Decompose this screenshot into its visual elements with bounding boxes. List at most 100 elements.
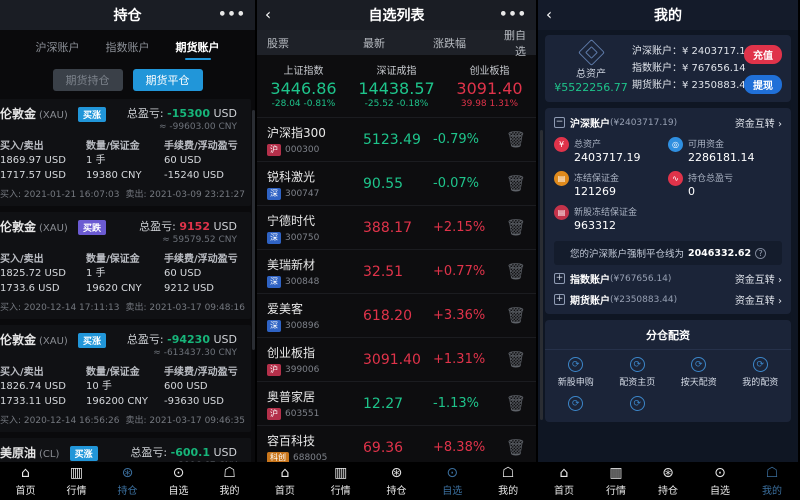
- alloc-daily[interactable]: ⟳ 按天配资: [668, 357, 730, 388]
- delete-icon[interactable]: 🗑: [499, 350, 526, 369]
- nav-mine[interactable]: ☖ 我的: [480, 465, 536, 497]
- table-row[interactable]: 奥普家居 沪 603551 12.27 -1.13% 🗑: [257, 381, 536, 425]
- circle-arrow-icon: ⟳: [752, 357, 768, 372]
- alloc-mine[interactable]: ⟳ 我的配资: [730, 357, 792, 388]
- recharge-button[interactable]: 充值: [744, 45, 782, 64]
- bag-icon: ¥: [554, 137, 569, 152]
- position-card[interactable]: 伦敦金 (XAU) 买涨 总盈亏: -15300 USD ≈ -99603.00 …: [0, 99, 251, 206]
- nav-watchlist[interactable]: ⊙ 自选: [424, 465, 480, 497]
- nav-watchlist-label: 自选: [168, 486, 189, 497]
- fund-transfer-link[interactable]: 资金互转 ›: [735, 115, 782, 130]
- delete-icon[interactable]: 🗑: [499, 174, 526, 193]
- stock-name: 宁德时代: [267, 213, 316, 228]
- delete-icon[interactable]: 🗑: [499, 394, 526, 413]
- more-menu-icon[interactable]: •••: [218, 9, 246, 22]
- nav-position[interactable]: ⊛ 持仓: [642, 465, 694, 497]
- nav-position-label: 持仓: [117, 486, 138, 497]
- table-row[interactable]: 创业板指 沪 399006 3091.40 +1.31% 🗑: [257, 337, 536, 381]
- header-delete[interactable]: 删自选: [499, 27, 526, 59]
- pl-label: 总盈亏:: [126, 333, 164, 346]
- nav-market[interactable]: ▥ 行情: [51, 465, 102, 497]
- table-row[interactable]: 沪深指300 沪 000300 5123.49 -0.79% 🗑: [257, 117, 536, 161]
- index-item[interactable]: 深证成指 14438.57 -25.52 -0.18%: [350, 62, 443, 109]
- collapse-toggle-icon[interactable]: −: [554, 117, 565, 128]
- scrollbar-panel3[interactable]: [540, 130, 543, 420]
- stock-price: 388.17: [363, 219, 412, 236]
- stat-item: ▤ 冻结保证金 121269: [554, 171, 668, 198]
- nav-watchlist-label: 自选: [710, 486, 730, 497]
- index-account-amount: (¥767656.14): [610, 273, 672, 284]
- fund-transfer-link[interactable]: 资金互转 ›: [735, 271, 782, 286]
- help-icon[interactable]: ?: [755, 247, 767, 259]
- segment-futures-closed[interactable]: 期货平仓: [132, 69, 203, 91]
- nav-position[interactable]: ⊛ 持仓: [102, 465, 153, 497]
- table-row[interactable]: 宁德时代 深 300750 388.17 +2.15% 🗑: [257, 205, 536, 249]
- index-summary-row: 上证指数 3446.86 -28.04 -0.81% 深证成指 14438.57…: [257, 55, 536, 117]
- tab-futures-account[interactable]: 期货账户: [176, 39, 220, 59]
- nav-home[interactable]: ⌂ 首页: [257, 465, 313, 497]
- hs-account-title: 沪深账户: [570, 119, 610, 130]
- nav-market[interactable]: ▥ 行情: [313, 465, 369, 497]
- nav-mine[interactable]: ☖ 我的: [746, 465, 798, 497]
- index-name: 深证成指: [376, 66, 417, 77]
- qty-value: 1 手: [86, 155, 106, 166]
- expand-toggle-icon[interactable]: +: [554, 294, 565, 305]
- stat-value: 2403717.19: [574, 151, 641, 164]
- pl-value: 9152: [179, 220, 210, 233]
- index-item[interactable]: 上证指数 3446.86 -28.04 -0.81%: [257, 62, 350, 109]
- alloc-extra-2[interactable]: ⟳: [607, 396, 669, 414]
- index-item[interactable]: 创业板指 3091.40 39.98 1.31%: [443, 62, 536, 109]
- delete-icon[interactable]: 🗑: [499, 262, 526, 281]
- stock-name: 容百科技: [267, 433, 316, 448]
- alloc-home[interactable]: ⟳ 配资主页: [607, 357, 669, 388]
- more-menu-icon[interactable]: •••: [499, 9, 527, 22]
- table-row[interactable]: 爱美客 深 300896 618.20 +3.36% 🗑: [257, 293, 536, 337]
- delete-icon[interactable]: 🗑: [499, 218, 526, 237]
- position-card[interactable]: 伦敦金 (XAU) 买跌 总盈亏: 9152 USD ≈ 59579.52 CNY…: [0, 212, 251, 319]
- table-row[interactable]: 美瑞新材 深 300848 32.51 +0.77% 🗑: [257, 249, 536, 293]
- table-row[interactable]: 锐科激光 深 300747 90.55 -0.07% 🗑: [257, 161, 536, 205]
- index-account-row[interactable]: + 指数账户 (¥767656.14) 资金互转 ›: [554, 265, 782, 286]
- nav-home[interactable]: ⌂ 首页: [0, 465, 51, 497]
- back-icon[interactable]: ‹: [546, 7, 552, 23]
- account-tabs: 沪深账户 指数账户 期货账户: [0, 30, 255, 65]
- stock-code: 300750: [285, 232, 320, 243]
- pl-unit: USD: [213, 220, 237, 233]
- alloc-new-share[interactable]: ⟳ 新股申购: [545, 357, 607, 388]
- back-icon[interactable]: ‹: [265, 7, 271, 23]
- nav-market[interactable]: ▥ 行情: [590, 465, 642, 497]
- float-pl-value: 9212 USD: [164, 282, 214, 294]
- nav-market-label: 行情: [330, 486, 351, 497]
- nav-position[interactable]: ⊛ 持仓: [369, 465, 425, 497]
- nav-home-label: 首页: [554, 486, 574, 497]
- alloc-extra-1[interactable]: ⟳: [545, 396, 607, 414]
- fund-transfer-link[interactable]: 资金互转 ›: [735, 292, 782, 307]
- market-badge: 沪: [267, 363, 281, 376]
- delete-icon[interactable]: 🗑: [499, 438, 526, 457]
- index-account-title: 指数账户: [570, 275, 610, 286]
- nav-watchlist[interactable]: ⊙ 自选: [694, 465, 746, 497]
- expand-toggle-icon[interactable]: +: [554, 273, 565, 284]
- position-card[interactable]: 伦敦金 (XAU) 买涨 总盈亏: -94230 USD ≈ -613437.30…: [0, 325, 251, 432]
- position-icon: ⊛: [390, 465, 403, 481]
- futures-account-amount: (¥2350883.44): [610, 294, 678, 305]
- total-asset-block: 总资产 ¥5522256.77: [554, 39, 628, 94]
- panel3-titlebar: ‹ 我的: [538, 0, 798, 30]
- direction-badge: 买跌: [78, 220, 107, 235]
- alloc-label: 配资主页: [619, 378, 656, 388]
- tab-hs-account[interactable]: 沪深账户: [36, 39, 80, 59]
- withdraw-button[interactable]: 提现: [744, 75, 782, 94]
- stock-price: 5123.49: [363, 131, 421, 148]
- segment-futures-holding[interactable]: 期货持仓: [52, 69, 123, 91]
- col-header-fee: 手续费/浮动盈亏: [164, 141, 238, 152]
- futures-account-row[interactable]: + 期货账户 (¥2350883.44) 资金互转 ›: [554, 286, 782, 307]
- stock-name: 锐科激光: [267, 169, 316, 184]
- delete-icon[interactable]: 🗑: [499, 306, 526, 325]
- nav-watchlist[interactable]: ⊙ 自选: [153, 465, 204, 497]
- nav-home[interactable]: ⌂ 首页: [538, 465, 590, 497]
- tab-index-account[interactable]: 指数账户: [106, 39, 150, 59]
- position-name: 伦敦金: [0, 107, 37, 121]
- nav-mine[interactable]: ☖ 我的: [204, 465, 255, 497]
- market-badge: 沪: [267, 407, 281, 420]
- delete-icon[interactable]: 🗑: [499, 130, 526, 149]
